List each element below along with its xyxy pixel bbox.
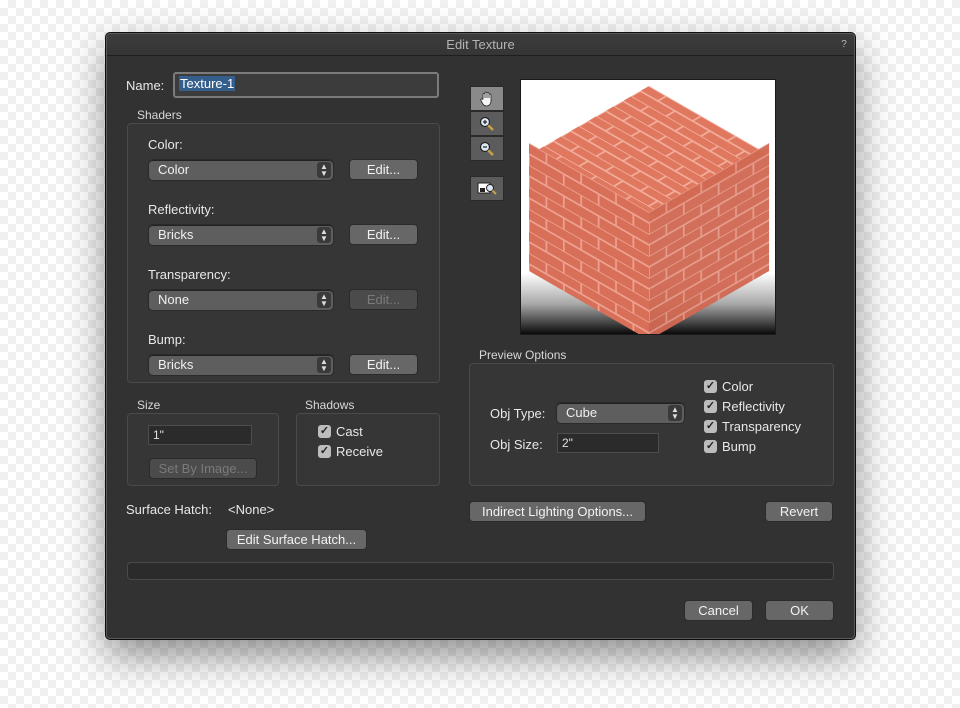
preview-transparency-label: Transparency — [722, 419, 801, 434]
size-field[interactable]: 1" — [148, 425, 252, 445]
obj-size-label: Obj Size: — [490, 437, 543, 452]
obj-size-field[interactable]: 2" — [557, 433, 659, 453]
cancel-button[interactable]: Cancel — [685, 601, 752, 620]
transparency-shader-value: None — [158, 292, 190, 307]
name-value: Texture-1 — [179, 76, 236, 91]
reflectivity-shader-select[interactable]: Bricks ▲ ▼ — [149, 225, 333, 245]
ok-button[interactable]: OK — [766, 601, 833, 620]
reflectivity-edit-button[interactable]: Edit... — [350, 225, 417, 244]
revert-button[interactable]: Revert — [766, 502, 832, 521]
preview-reflectivity-checkbox[interactable]: ✓ — [704, 400, 717, 413]
preview-bump-label: Bump — [722, 439, 756, 454]
window-title: Edit Texture — [446, 37, 515, 52]
cast-checkbox[interactable]: ✓ — [318, 425, 331, 438]
chevron-updown-icon: ▲ ▼ — [317, 162, 331, 178]
set-by-image-button[interactable]: Set By Image... — [150, 459, 256, 478]
texture-preview — [520, 79, 776, 335]
chevron-updown-icon: ▲ ▼ — [317, 357, 331, 373]
chevron-updown-icon: ▲ ▼ — [668, 405, 682, 421]
edit-texture-dialog: Edit Texture ? Name: Texture-1 Shaders C… — [106, 33, 855, 639]
indirect-lighting-options-button[interactable]: Indirect Lighting Options... — [470, 502, 645, 521]
brick-cube-image — [528, 86, 770, 334]
bump-shader-label: Bump: — [148, 332, 186, 347]
color-edit-button[interactable]: Edit... — [350, 160, 417, 179]
preview-color-checkbox[interactable]: ✓ — [704, 380, 717, 393]
preview-color-label: Color — [722, 379, 754, 394]
fit-view-icon — [477, 182, 497, 195]
bump-shader-select[interactable]: Bricks ▲ ▼ — [149, 355, 333, 375]
name-label: Name: — [126, 78, 165, 93]
transparency-shader-select[interactable]: None ▲ ▼ — [149, 290, 333, 310]
chevron-updown-icon: ▲ ▼ — [317, 292, 331, 308]
hand-icon — [480, 91, 492, 106]
obj-type-select[interactable]: Cube ▲ ▼ — [557, 403, 684, 423]
transparency-shader-label: Transparency: — [148, 267, 231, 282]
preview-options-group-label: Preview Options — [479, 348, 567, 362]
preview-reflectivity-label: Reflectivity — [722, 399, 785, 414]
preview-bump-checkbox[interactable]: ✓ — [704, 440, 717, 453]
name-field[interactable]: Texture-1 — [173, 72, 439, 98]
bump-shader-value: Bricks — [158, 357, 194, 372]
edit-surface-hatch-button[interactable]: Edit Surface Hatch... — [227, 530, 366, 549]
fit-view-button[interactable] — [470, 176, 504, 201]
size-group-label: Size — [137, 398, 161, 412]
transparency-edit-button[interactable]: Edit... — [350, 290, 417, 309]
title-bar[interactable]: Edit Texture ? — [107, 34, 854, 56]
obj-type-label: Obj Type: — [490, 406, 546, 421]
cast-label: Cast — [336, 424, 363, 439]
surface-hatch-label: Surface Hatch: — [126, 502, 212, 517]
chevron-updown-icon: ▲ ▼ — [317, 227, 331, 243]
pan-tool-button[interactable] — [470, 86, 504, 111]
color-shader-value: Color — [158, 162, 190, 177]
zoom-in-button[interactable] — [470, 111, 504, 136]
shaders-group-label: Shaders — [137, 108, 182, 122]
zoom-in-icon — [479, 116, 494, 131]
surface-hatch-value: <None> — [228, 502, 275, 517]
obj-type-value: Cube — [566, 405, 598, 420]
reflectivity-shader-label: Reflectivity: — [148, 202, 215, 217]
receive-label: Receive — [336, 444, 383, 459]
zoom-out-icon — [479, 141, 494, 156]
progress-bar — [127, 562, 834, 580]
receive-checkbox[interactable]: ✓ — [318, 445, 331, 458]
shadows-group-label: Shadows — [305, 398, 355, 412]
bump-edit-button[interactable]: Edit... — [350, 355, 417, 374]
color-shader-select[interactable]: Color ▲ ▼ — [149, 160, 333, 180]
help-icon[interactable]: ? — [838, 38, 850, 51]
preview-transparency-checkbox[interactable]: ✓ — [704, 420, 717, 433]
zoom-out-button[interactable] — [470, 136, 504, 161]
color-shader-label: Color: — [148, 137, 183, 152]
reflectivity-shader-value: Bricks — [158, 227, 194, 242]
